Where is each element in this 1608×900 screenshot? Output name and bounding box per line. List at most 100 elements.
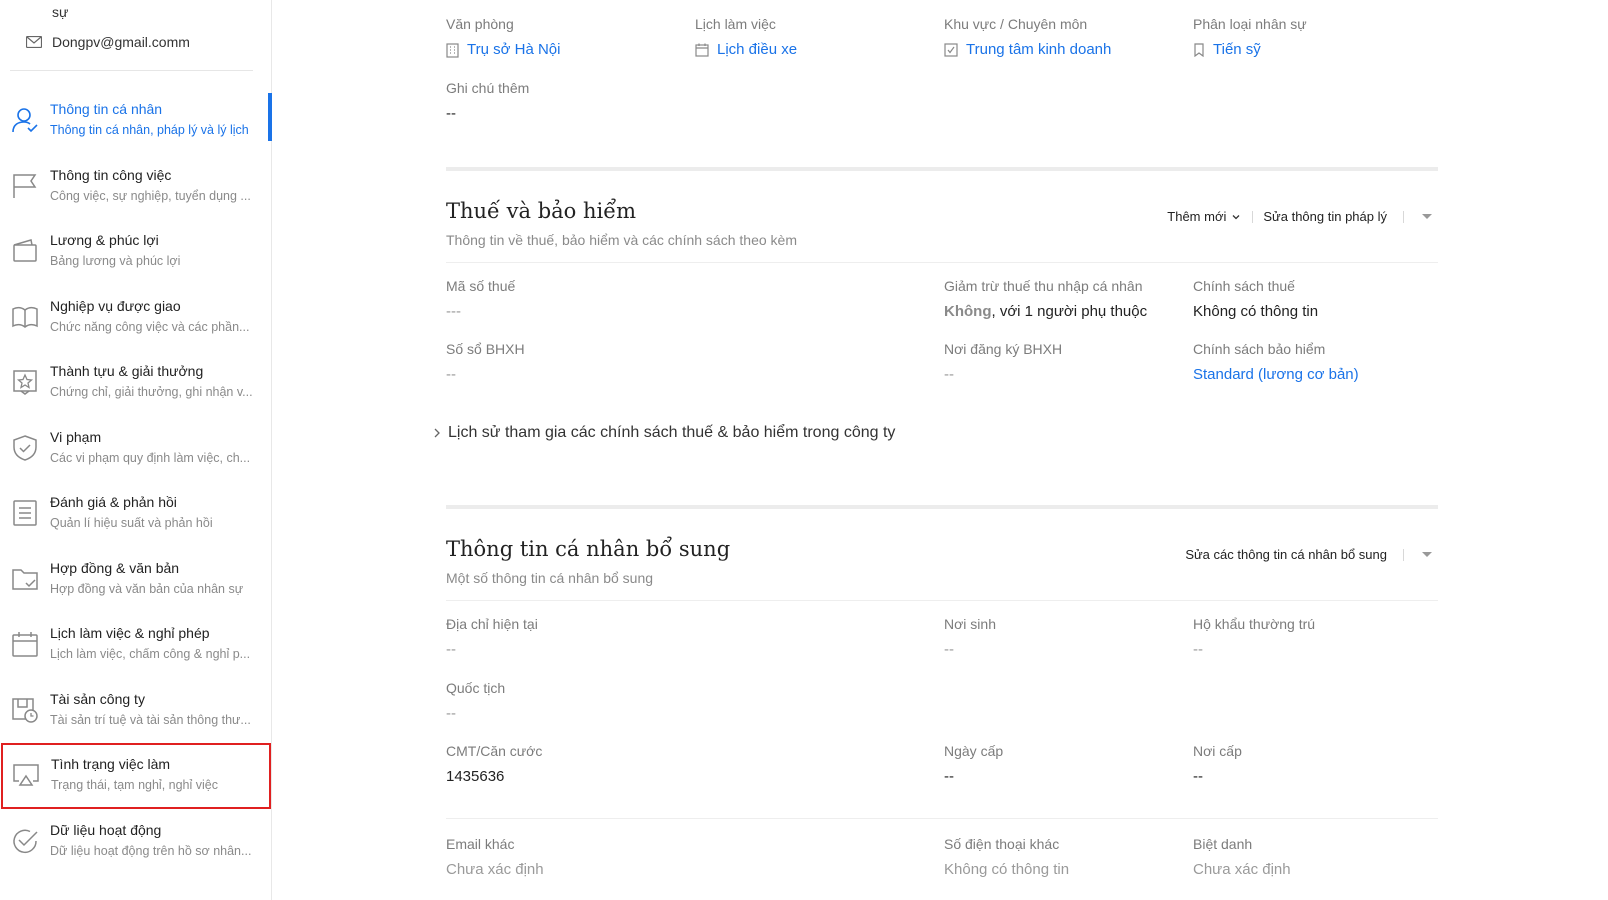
issue-date-field: Ngày cấp -- — [944, 742, 1193, 787]
sidebar-item-violations[interactable]: Vi phạm Các vi phạm quy định làm việc, ch… — [0, 416, 272, 482]
field-label: Địa chỉ hiện tại — [446, 616, 538, 632]
document-list-icon — [13, 500, 37, 526]
section-divider — [446, 600, 1438, 601]
sidebar-item-employment-status[interactable]: Tình trạng việc làm Trạng thái, tạm nghỉ,… — [1, 743, 271, 809]
airplay-icon — [13, 764, 39, 786]
phone2-field: Số điện thoại khác Không có thông tin — [944, 835, 1193, 880]
asset-clock-icon — [12, 697, 38, 723]
checkbox-icon — [944, 43, 958, 57]
field-label: Nơi sinh — [944, 616, 996, 632]
address-field: Địa chỉ hiện tại -- — [446, 615, 695, 660]
sidebar-item-sub: Lịch làm việc, chấm công & nghỉ p... — [50, 647, 251, 661]
issue-date-value: -- — [944, 768, 954, 785]
note-field: Ghi chú thêm -- — [446, 79, 695, 124]
sidebar-item-title: Đánh giá & phản hồi — [50, 494, 177, 510]
section-separator — [446, 505, 1438, 509]
email2-value: Chưa xác định — [446, 861, 544, 878]
sidebar-item-schedule[interactable]: Lịch làm việc & nghỉ phép Lịch làm việc, … — [0, 612, 272, 678]
field-label: Số điện thoại khác — [944, 836, 1060, 852]
bhxh-place-value: -- — [944, 366, 954, 383]
sidebar-item-work-info[interactable]: Thông tin công việc Công việc, sự nghiệp,… — [0, 154, 272, 220]
sidebar-item-title: Dữ liệu hoạt động — [50, 821, 162, 838]
extra-row-2: Quốc tịch -- — [446, 679, 1438, 724]
tax-row-2: Số sổ BHXH -- Nơi đăng ký BHXH -- Chính … — [446, 340, 1438, 385]
sidebar-item-title: Vi phạm — [50, 428, 102, 445]
sidebar-item-reviews[interactable]: Đánh giá & phản hồi Quản lí hiệu suất và … — [0, 481, 272, 547]
field-label: Email khác — [446, 836, 515, 852]
sidebar-item-sub: Công việc, sự nghiệp, tuyển dụng ... — [50, 188, 251, 203]
schedule-field: Lịch làm việc Lịch điều xe — [695, 15, 944, 60]
sidebar-item-salary[interactable]: Lương & phúc lợi Bảng lương và phúc lợi — [0, 219, 272, 285]
work-info-grid: Văn phòng Trụ sở Hà Nội Lịch làm việc Lị… — [446, 15, 1438, 60]
id-value: 1435636 — [446, 768, 505, 785]
note-value: -- — [446, 105, 456, 122]
profile-fragment: sự — [52, 4, 69, 20]
sidebar-item-achievements[interactable]: Thành tựu & giải thưởng Chứng chỉ, giải t… — [0, 350, 272, 416]
nickname-value: Chưa xác định — [1193, 861, 1291, 878]
tax-code-field: Mã số thuế --- — [446, 277, 695, 322]
mail-icon — [26, 36, 42, 48]
tax-policy-field: Chính sách thuế Không có thông tin — [1193, 277, 1438, 322]
sidebar-item-contracts[interactable]: Hợp đồng & văn bản Hợp đồng và văn bản củ… — [0, 547, 272, 613]
email2-field: Email khác Chưa xác định — [446, 835, 695, 880]
flag-icon — [13, 173, 37, 198]
calendar-icon — [695, 43, 709, 57]
edit-extra-info-button[interactable]: Sửa các thông tin cá nhân bổ sung — [1185, 547, 1387, 562]
sidebar-item-personal-info[interactable]: Thông tin cá nhân Thông tin cá nhân, pháp… — [0, 88, 272, 154]
calendar-icon — [12, 632, 38, 657]
sidebar-item-sub: Quản lí hiệu suất và phản hồi — [50, 516, 213, 530]
field-label: Ngày cấp — [944, 743, 1004, 759]
area-field: Khu vực / Chuyên môn Trung tâm kinh doan… — [944, 15, 1193, 60]
sidebar-nav: Thông tin cá nhân Thông tin cá nhân, pháp… — [0, 88, 272, 874]
action-divider — [1403, 210, 1404, 223]
sidebar-item-activity-data[interactable]: Dữ liệu hoạt động Dữ liệu hoạt động trên … — [0, 809, 272, 875]
profile-email: Dongpv@gmail.comm — [26, 34, 190, 50]
add-new-button[interactable]: Thêm mới — [1167, 209, 1242, 224]
field-label: Giảm trừ thuế thu nhập cá nhân — [944, 278, 1143, 294]
tax-row-1: Mã số thuế --- Giảm trừ thuế thu nhập cá… — [446, 277, 1438, 322]
caret-down-icon[interactable] — [1420, 550, 1434, 560]
sidebar-item-title: Tình trạng việc làm — [51, 756, 171, 772]
office-value[interactable]: Trụ sở Hà Nội — [446, 40, 695, 60]
sidebar-item-sub: Hợp đồng và văn bản của nhân sự — [50, 581, 244, 596]
wallet-icon — [13, 239, 37, 262]
field-label: Nơi cấp — [1193, 743, 1242, 759]
sidebar-item-sub: Chứng chỉ, giải thưởng, ghi nhận v... — [50, 385, 253, 399]
edit-legal-button[interactable]: Sửa thông tin pháp lý — [1263, 209, 1387, 224]
section-separator — [446, 167, 1438, 171]
section-subtitle-extra: Một số thông tin cá nhân bổ sung — [446, 570, 654, 586]
tax-history-toggle[interactable]: Lịch sử tham gia các chính sách thuế & b… — [430, 424, 895, 442]
address-value: -- — [446, 641, 456, 658]
sidebar-item-title: Nghiệp vụ được giao — [50, 297, 181, 314]
sidebar-item-sub: Các vi phạm quy định làm việc, ch... — [50, 450, 251, 465]
area-value[interactable]: Trung tâm kinh doanh — [944, 40, 1193, 60]
field-label: Khu vực / Chuyên môn — [944, 16, 1088, 32]
bhxh-field: Số sổ BHXH -- — [446, 340, 695, 385]
sidebar-item-title: Thông tin cá nhân — [50, 101, 163, 117]
sidebar-item-title: Lương & phúc lợi — [50, 232, 159, 248]
sidebar-item-sub: Chức năng công việc và các phần... — [50, 319, 250, 334]
action-divider — [1252, 210, 1254, 223]
section-title-tax: Thuế và bảo hiểm — [446, 199, 637, 223]
extra-row-3: CMT/Căn cước 1435636 Ngày cấp -- Nơi cấp… — [446, 742, 1438, 787]
section-title-extra: Thông tin cá nhân bổ sung — [446, 537, 731, 561]
chevron-right-icon — [434, 428, 440, 438]
sidebar-item-assets[interactable]: Tài sản công ty Tài sản trí tuệ và tài sả… — [0, 678, 272, 744]
ins-policy-value[interactable]: Standard (lương cơ bản) — [1193, 365, 1438, 385]
sidebar-item-duties[interactable]: Nghiệp vụ được giao Chức năng công việc v… — [0, 285, 272, 351]
field-label: Văn phòng — [446, 16, 514, 32]
deduction-field: Giảm trừ thuế thu nhập cá nhân Không, vớ… — [944, 277, 1193, 322]
issue-place-value: -- — [1193, 768, 1203, 785]
sidebar-item-title: Thông tin công việc — [50, 166, 172, 183]
schedule-value[interactable]: Lịch điều xe — [695, 40, 944, 60]
nickname-field: Biệt danh Chưa xác định — [1193, 835, 1438, 880]
book-icon — [12, 306, 38, 328]
action-divider — [1403, 548, 1404, 561]
caret-down-icon[interactable] — [1420, 212, 1434, 222]
sidebar-item-sub: Tài sản trí tuệ và tài sản thông thư... — [50, 712, 251, 727]
note-grid: Ghi chú thêm -- — [446, 79, 1438, 124]
email-text: Dongpv@gmail.comm — [52, 34, 190, 50]
household-field: Hộ khẩu thường trú -- — [1193, 615, 1438, 660]
class-value[interactable]: Tiến sỹ — [1193, 40, 1438, 60]
id-field: CMT/Căn cước 1435636 — [446, 742, 695, 787]
